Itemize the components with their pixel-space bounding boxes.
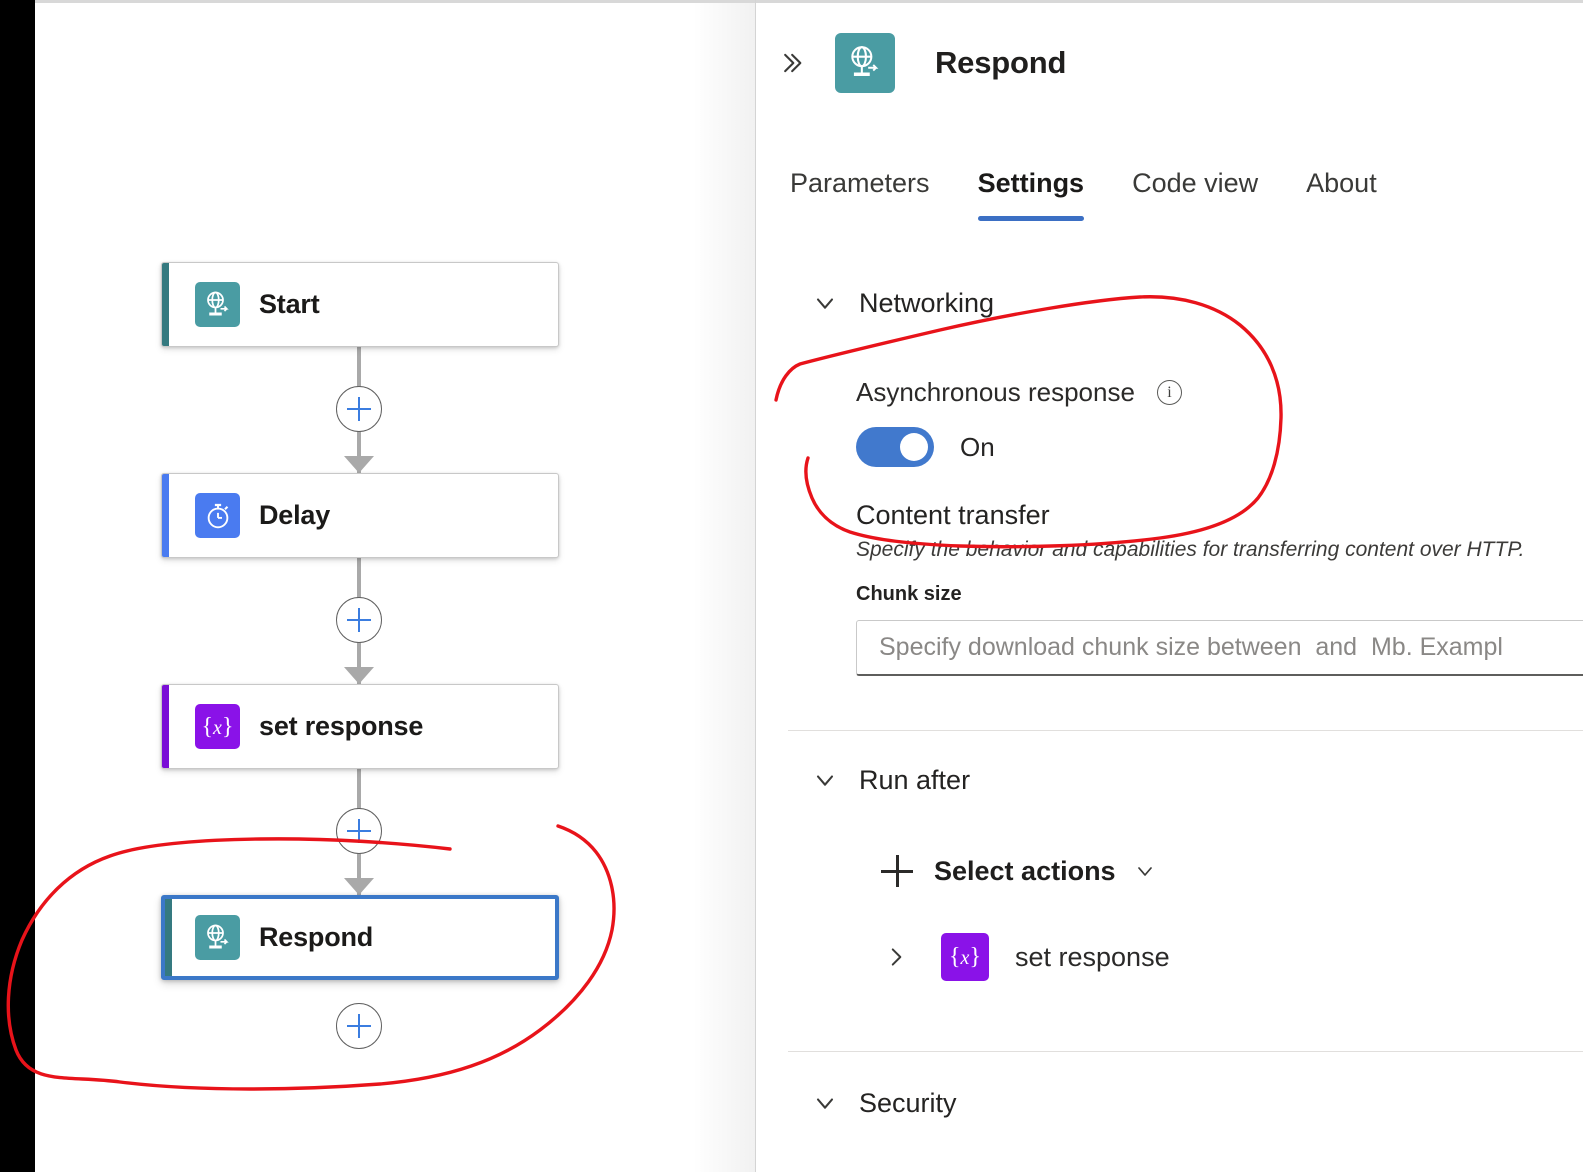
node-accent-bar (162, 474, 169, 557)
node-label: Delay (259, 500, 331, 530)
toggle-knob (900, 433, 928, 461)
action-details-panel: Respond Parameters Settings Code view Ab… (756, 0, 1583, 1172)
workflow-node-delay[interactable]: Delay (161, 473, 559, 558)
globe-arrow-icon (835, 33, 895, 93)
section-header-security[interactable]: Security (808, 1086, 957, 1120)
select-actions-button[interactable]: Select actions (881, 855, 1158, 887)
toggle-state-label: On (960, 431, 995, 462)
tab-settings[interactable]: Settings (977, 168, 1084, 221)
arrowhead-start-to-delay (344, 456, 374, 473)
globe-arrow-icon (195, 282, 240, 327)
stopwatch-icon (195, 493, 240, 538)
run-after-row-set-response[interactable]: {x} set response (881, 933, 1170, 981)
plus-icon (881, 855, 913, 887)
run-after-row-label: set response (1015, 941, 1170, 972)
info-icon[interactable]: i (1156, 380, 1182, 405)
section-divider (788, 1051, 1583, 1052)
globe-arrow-icon (195, 915, 240, 960)
node-accent-bar (162, 685, 169, 768)
asynchronous-response-label: Asynchronous response (856, 377, 1135, 407)
asynchronous-response-label-row: Asynchronous response i (856, 377, 1182, 408)
content-transfer-heading: Content transfer (856, 500, 1050, 530)
chunk-size-input[interactable] (856, 620, 1583, 676)
asynchronous-response-toggle-row: On (856, 427, 995, 467)
variable-icon: {x} (941, 933, 989, 981)
workflow-node-start[interactable]: Start (161, 262, 559, 347)
content-transfer-description: Specify the behavior and capabilities fo… (856, 538, 1525, 561)
chevron-down-icon (808, 286, 842, 320)
panel-header: Respond (756, 33, 1066, 93)
canvas-edge-shadow (693, 3, 755, 1172)
add-step-after-delay-button[interactable] (336, 597, 382, 643)
chevron-down-icon (808, 1086, 842, 1120)
page-title: Respond (935, 45, 1067, 80)
arrowhead-set-response-to-respond (344, 878, 374, 895)
chevron-right-icon[interactable] (881, 942, 911, 972)
node-label: Start (259, 289, 320, 319)
chevron-double-right-icon[interactable] (774, 46, 808, 80)
section-title: Networking (859, 287, 995, 318)
chevron-down-icon (1132, 858, 1158, 884)
select-actions-label: Select actions (934, 855, 1116, 886)
section-divider (788, 730, 1583, 731)
tab-parameters[interactable]: Parameters (790, 168, 930, 221)
logic-app-designer: Start Delay {x} set response Respond Res… (0, 0, 1583, 1172)
section-title: Security (859, 1087, 957, 1118)
add-step-after-set-response-button[interactable] (336, 808, 382, 854)
tab-about[interactable]: About (1306, 168, 1377, 221)
chunk-size-label: Chunk size (856, 583, 962, 605)
section-header-run-after[interactable]: Run after (808, 763, 970, 797)
section-title: Run after (859, 764, 971, 795)
node-accent-bar (165, 899, 172, 976)
add-step-after-respond-button[interactable] (336, 1003, 382, 1049)
left-gutter (0, 0, 35, 1172)
section-header-networking[interactable]: Networking (808, 286, 994, 320)
variable-icon: {x} (195, 704, 240, 749)
asynchronous-response-toggle[interactable] (856, 427, 934, 467)
panel-tabs: Parameters Settings Code view About (790, 168, 1425, 221)
add-step-after-start-button[interactable] (336, 386, 382, 432)
workflow-canvas[interactable]: Start Delay {x} set response Respond (35, 0, 755, 1172)
workflow-node-set-response[interactable]: {x} set response (161, 684, 559, 769)
chevron-down-icon (808, 763, 842, 797)
workflow-node-respond[interactable]: Respond (161, 895, 559, 980)
arrowhead-delay-to-set-response (344, 667, 374, 684)
node-accent-bar (162, 263, 169, 346)
tab-code-view[interactable]: Code view (1132, 168, 1258, 221)
node-label: Respond (259, 922, 374, 952)
node-label: set response (259, 711, 424, 741)
